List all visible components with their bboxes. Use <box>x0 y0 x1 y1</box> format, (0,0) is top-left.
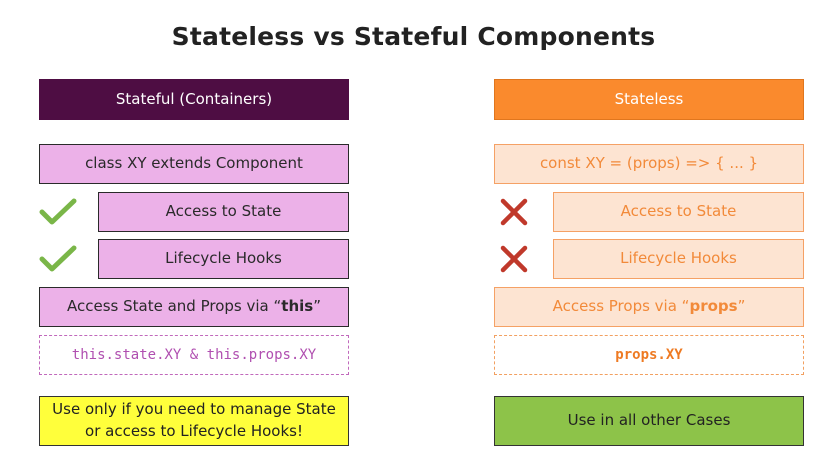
stateful-access-to-state: Access to State <box>98 192 349 232</box>
stateful-header: Stateful (Containers) <box>39 79 349 120</box>
check-icon <box>39 198 77 225</box>
cross-icon <box>500 245 528 273</box>
stateful-lifecycle-hooks: Lifecycle Hooks <box>98 239 349 279</box>
stateless-access-via-props: Access Props via “props” <box>494 287 804 327</box>
stateless-access-to-state: Access to State <box>553 192 804 232</box>
stateful-definition: class XY extends Component <box>39 144 349 184</box>
stateful-access-via-this: Access State and Props via “this” <box>39 287 349 327</box>
access-keyword: this <box>281 297 314 316</box>
stateful-usage-note: Use only if you need to manage State or … <box>39 396 349 446</box>
page-title: Stateless vs Stateful Components <box>171 22 656 51</box>
check-icon <box>39 245 77 272</box>
stateless-header: Stateless <box>494 79 804 120</box>
access-prefix: Access State and Props via “ <box>67 297 282 316</box>
access-keyword: props <box>689 297 738 316</box>
stateless-definition: const XY = (props) => { ... } <box>494 144 804 184</box>
access-prefix: Access Props via “ <box>552 297 690 316</box>
stateless-code-example: props.XY <box>494 335 804 375</box>
stateless-lifecycle-hooks: Lifecycle Hooks <box>553 239 804 279</box>
stateless-usage-note: Use in all other Cases <box>494 396 804 446</box>
cross-icon <box>500 198 528 226</box>
access-suffix: ” <box>313 297 321 316</box>
access-suffix: ” <box>737 297 746 316</box>
stateful-code-example: this.state.XY & this.props.XY <box>39 335 349 375</box>
